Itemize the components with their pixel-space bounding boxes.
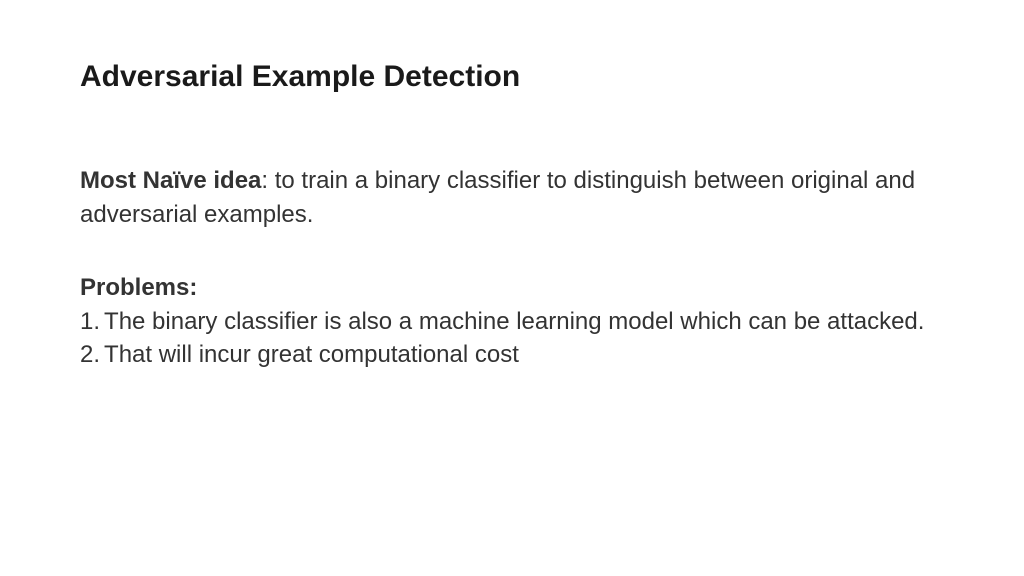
problems-label: Problems: [80, 271, 944, 305]
list-item: The binary classifier is also a machine … [80, 305, 944, 339]
idea-block: Most Naïve idea: to train a binary class… [80, 164, 944, 231]
slide-title: Adversarial Example Detection [80, 60, 944, 94]
slide-content: Most Naïve idea: to train a binary class… [80, 164, 944, 372]
idea-label: Most Naïve idea [80, 167, 261, 194]
problems-list: The binary classifier is also a machine … [80, 305, 944, 372]
list-item: That will incur great computational cost [80, 338, 944, 372]
problems-block: Problems: The binary classifier is also … [80, 271, 944, 372]
